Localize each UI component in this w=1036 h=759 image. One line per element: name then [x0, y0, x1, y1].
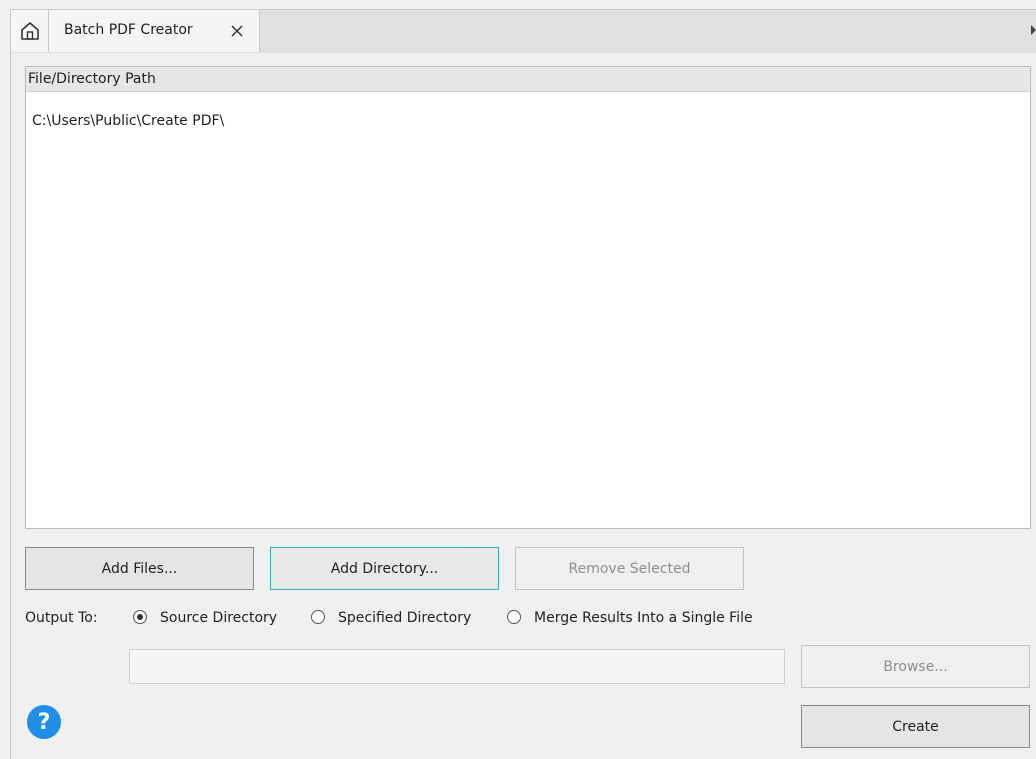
list-item[interactable]: C:\Users\Public\Create PDF\: [32, 113, 224, 129]
frame-border: [10, 52, 11, 759]
column-header[interactable]: File/Directory Path: [26, 67, 1030, 92]
help-icon[interactable]: ?: [27, 705, 61, 739]
specified-directory-label[interactable]: Specified Directory: [338, 610, 471, 626]
file-list[interactable]: File/Directory Path C:\Users\Public\Crea…: [25, 66, 1031, 529]
merge-single-file-radio[interactable]: [507, 610, 521, 624]
merge-single-file-label[interactable]: Merge Results Into a Single File: [534, 610, 753, 626]
tab-scroll-right-icon[interactable]: [1031, 25, 1036, 35]
home-icon: [21, 22, 39, 40]
add-files-button[interactable]: Add Files...: [25, 547, 254, 590]
source-directory-label[interactable]: Source Directory: [160, 610, 277, 626]
create-button[interactable]: Create: [801, 705, 1030, 748]
tab-label: Batch PDF Creator: [64, 22, 193, 38]
browse-button[interactable]: Browse...: [801, 645, 1030, 688]
column-header-label: File/Directory Path: [28, 71, 156, 87]
remove-selected-button[interactable]: Remove Selected: [515, 547, 744, 590]
tab-batch-pdf-creator[interactable]: Batch PDF Creator: [49, 9, 260, 52]
output-directory-input[interactable]: [129, 649, 785, 684]
batch-pdf-creator-window: Batch PDF Creator File/Directory Path C:…: [0, 0, 1036, 759]
close-icon[interactable]: [230, 24, 244, 38]
output-to-label: Output To:: [25, 610, 98, 626]
source-directory-radio[interactable]: [133, 610, 147, 624]
add-directory-button[interactable]: Add Directory...: [270, 547, 499, 590]
tab-bar: Batch PDF Creator: [0, 0, 1036, 53]
specified-directory-radio[interactable]: [311, 610, 325, 624]
home-tab[interactable]: [10, 9, 49, 52]
